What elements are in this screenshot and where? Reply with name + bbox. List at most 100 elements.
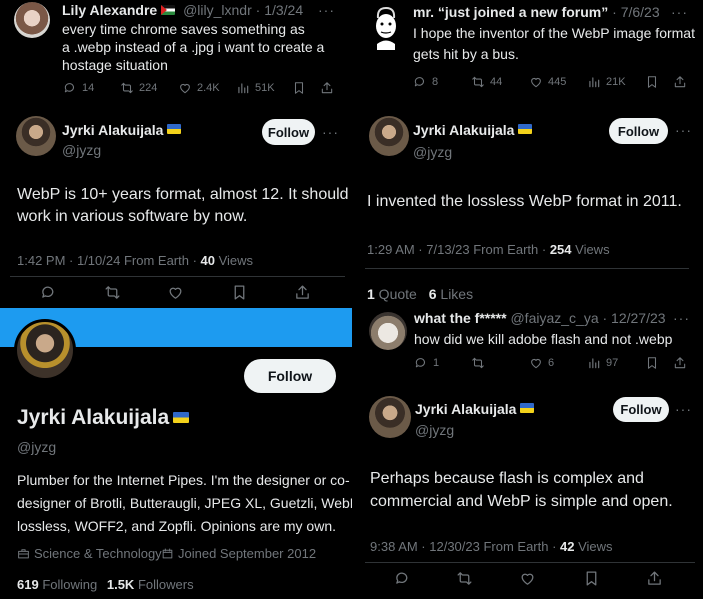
avatar-faiyaz[interactable] bbox=[369, 312, 407, 350]
like-count: 2.4K bbox=[197, 82, 220, 94]
more-icon[interactable]: ··· bbox=[322, 124, 339, 140]
author-handle[interactable]: @jyzg bbox=[62, 142, 101, 158]
bookmark-icon bbox=[645, 356, 659, 370]
retweet-button[interactable]: 44 bbox=[471, 75, 502, 89]
views-icon bbox=[236, 81, 250, 95]
timestamp[interactable]: 1:29 AM · 7/13/23 From Earth · bbox=[367, 242, 550, 257]
avatar-jyrki[interactable] bbox=[16, 116, 56, 156]
ukraine-flag-icon bbox=[520, 403, 535, 413]
panel-top-right: mr. “just joined a new forum” · 7/6/23 ·… bbox=[357, 0, 703, 272]
more-icon[interactable]: ··· bbox=[318, 2, 335, 18]
author-name[interactable]: Jyrki Alakuijala bbox=[413, 122, 514, 138]
bookmark-icon bbox=[645, 75, 659, 89]
bookmark-button[interactable] bbox=[231, 284, 248, 301]
follow-button[interactable]: Follow bbox=[244, 359, 336, 393]
followers-link[interactable]: 1.5K Followers bbox=[107, 577, 194, 592]
palestine-flag-icon bbox=[161, 5, 176, 15]
profile-category: Science & Technology bbox=[17, 546, 162, 561]
handle-date[interactable]: @faiyaz_c_ya · 12/27/23 bbox=[507, 310, 665, 326]
like-icon bbox=[519, 570, 536, 587]
avatar-lily[interactable] bbox=[14, 2, 50, 38]
bookmark-button[interactable] bbox=[292, 81, 306, 95]
more-icon[interactable]: ··· bbox=[675, 401, 692, 417]
reply-meta: 1:42 PM · 1/10/24 From Earth · 40 Views bbox=[17, 253, 253, 268]
views-count: 51K bbox=[255, 82, 275, 94]
more-icon[interactable]: ··· bbox=[673, 310, 690, 326]
profile-name: Jyrki Alakuijala bbox=[17, 406, 170, 429]
share-button[interactable] bbox=[673, 75, 687, 89]
reply-text-line-2: work in various software by now. bbox=[17, 208, 248, 225]
like-count: 445 bbox=[548, 76, 567, 88]
quotes-link[interactable]: 1 Quote bbox=[367, 286, 417, 302]
share-button[interactable] bbox=[294, 284, 311, 301]
like-button[interactable]: 6 bbox=[529, 356, 554, 370]
share-button[interactable] bbox=[646, 570, 663, 587]
share-button[interactable] bbox=[673, 356, 687, 370]
share-button[interactable] bbox=[320, 81, 334, 95]
bio-line-2: designer of Brotli, Butteraugli, JPEG XL… bbox=[17, 495, 352, 511]
retweet-button[interactable]: 224 bbox=[120, 81, 157, 95]
handle-date[interactable]: @lily_lxndr · 1/3/24 bbox=[183, 2, 303, 18]
author-name[interactable]: Lily Alexandre bbox=[62, 2, 157, 18]
likes-count: 6 bbox=[428, 286, 437, 302]
likes-link[interactable]: 6 Likes bbox=[429, 286, 473, 302]
like-button[interactable] bbox=[519, 570, 536, 587]
share-icon bbox=[320, 81, 334, 95]
bookmark-button[interactable] bbox=[645, 356, 659, 370]
reply-text-line-1: WebP is 10+ years format, almost 12. It … bbox=[17, 186, 349, 203]
profile-avatar[interactable] bbox=[14, 319, 76, 381]
retweet-count: 224 bbox=[139, 82, 158, 94]
reply-icon bbox=[63, 81, 77, 95]
panel-top-left: Lily Alexandre @lily_lxndr · 1/3/24 ··· … bbox=[0, 0, 352, 305]
profile-joined: Joined September 2012 bbox=[161, 546, 316, 561]
following-link[interactable]: 619 Following bbox=[17, 577, 97, 592]
timestamp[interactable]: 9:38 AM · 12/30/23 From Earth · bbox=[370, 539, 560, 554]
retweet-icon bbox=[471, 75, 485, 89]
author-handle[interactable]: @jyzg bbox=[415, 422, 454, 438]
retweet-button[interactable] bbox=[104, 284, 121, 301]
profile-stats: 619 Following 1.5K Followers bbox=[17, 577, 194, 592]
author-name[interactable]: mr. “just joined a new forum” bbox=[413, 4, 608, 20]
reply-icon bbox=[40, 284, 57, 301]
like-button[interactable]: 445 bbox=[529, 75, 566, 89]
bio-line-1: Plumber for the Internet Pipes. I'm the … bbox=[17, 472, 350, 488]
reply-icon bbox=[394, 570, 411, 587]
reply-button[interactable] bbox=[40, 284, 57, 301]
retweet-button[interactable] bbox=[456, 570, 473, 587]
tweet-date[interactable]: · 7/6/23 bbox=[608, 4, 660, 20]
follow-button[interactable]: Follow bbox=[262, 119, 315, 145]
avatar-mr-forum[interactable] bbox=[369, 4, 403, 50]
views-button[interactable]: 21K bbox=[587, 75, 626, 89]
bookmark-button[interactable] bbox=[583, 570, 600, 587]
reply-button[interactable]: 1 bbox=[414, 356, 439, 370]
views-button[interactable]: 51K bbox=[236, 81, 275, 95]
profile-name-row: Jyrki Alakuijala bbox=[17, 406, 190, 430]
follow-button[interactable]: Follow bbox=[613, 397, 669, 422]
like-button[interactable] bbox=[167, 284, 184, 301]
tweet-header: what the f***** @faiyaz_c_ya · 12/27/23 bbox=[414, 310, 666, 326]
author-name[interactable]: Jyrki Alakuijala bbox=[415, 401, 516, 417]
avatar-jyrki[interactable] bbox=[369, 116, 409, 156]
reply-count: 14 bbox=[82, 82, 95, 94]
author-name[interactable]: what the f***** bbox=[414, 310, 507, 326]
like-icon bbox=[167, 284, 184, 301]
more-icon[interactable]: ··· bbox=[671, 4, 688, 20]
views-count: 97 bbox=[606, 357, 619, 369]
like-button[interactable]: 2.4K bbox=[178, 81, 220, 95]
bookmark-button[interactable] bbox=[645, 75, 659, 89]
views-button[interactable]: 97 bbox=[587, 356, 618, 370]
reply-button[interactable] bbox=[394, 570, 411, 587]
author-name[interactable]: Jyrki Alakuijala bbox=[62, 122, 163, 138]
views-label: Views bbox=[215, 253, 254, 268]
views-count: 21K bbox=[606, 76, 626, 88]
author-handle[interactable]: @jyzg bbox=[413, 144, 452, 160]
reply-button[interactable]: 14 bbox=[63, 81, 94, 95]
share-icon bbox=[673, 356, 687, 370]
more-icon[interactable]: ··· bbox=[675, 122, 692, 138]
reply-button[interactable]: 8 bbox=[413, 75, 438, 89]
timestamp[interactable]: 1:42 PM · 1/10/24 From Earth · bbox=[17, 253, 201, 268]
follow-button[interactable]: Follow bbox=[609, 118, 668, 144]
retweet-button[interactable] bbox=[471, 356, 485, 370]
divider bbox=[10, 276, 345, 277]
avatar-jyrki[interactable] bbox=[369, 396, 411, 438]
